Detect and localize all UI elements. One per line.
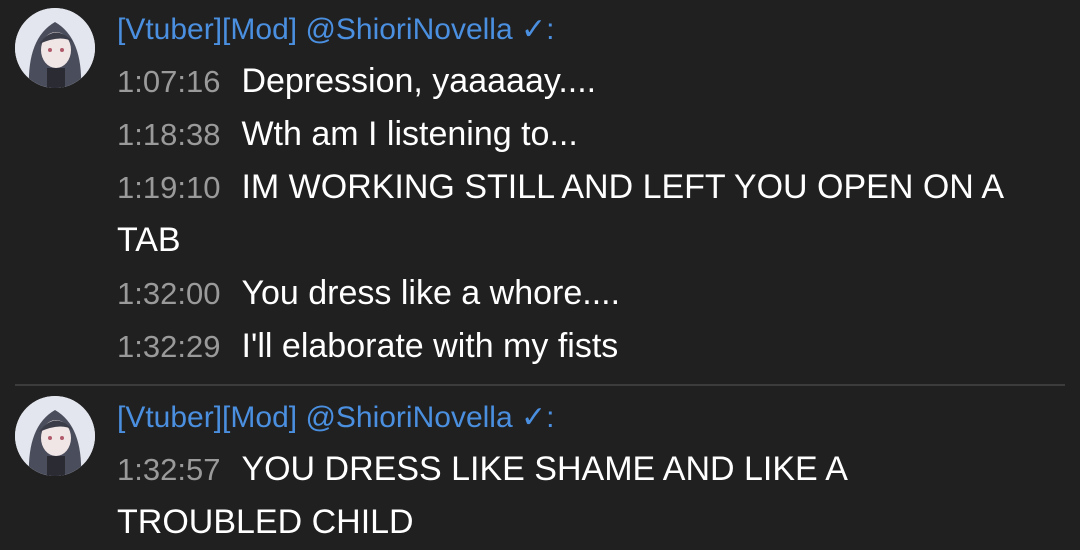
message-timestamp: 1:07:16 <box>117 64 221 99</box>
message-timestamp: 1:19:10 <box>117 170 221 205</box>
verified-check-icon: ✓ <box>520 13 547 46</box>
message-text: I'll elaborate with my fists <box>241 327 619 365</box>
avatar-image <box>15 8 95 88</box>
author-handle[interactable]: @ShioriNovella <box>305 401 512 434</box>
message-text: You dress like a whore.... <box>241 274 621 312</box>
avatar-icon[interactable] <box>15 8 95 88</box>
verified-check-icon: ✓ <box>520 401 547 434</box>
avatar-image <box>15 396 95 476</box>
author-name[interactable]: [Vtuber][Mod] @ShioriNovella ✓: <box>117 398 554 438</box>
chat-message: 1:32:00 You dress like a whore.... <box>117 267 1017 320</box>
author-handle[interactable]: @ShioriNovella <box>305 13 512 46</box>
author-suffix: : <box>546 13 555 46</box>
message-timestamp: 1:32:29 <box>117 329 221 364</box>
message-divider <box>15 384 1065 386</box>
message-text: YOU DRESS LIKE SHAME AND LIKE A TROUBLED… <box>117 450 847 541</box>
chat-message: 1:19:10 IM WORKING STILL AND LEFT YOU OPE… <box>117 161 1017 267</box>
message-timestamp: 1:18:38 <box>117 117 221 152</box>
author-suffix: : <box>546 401 555 434</box>
chat-message: 1:32:57 YOU DRESS LIKE SHAME AND LIKE A T… <box>117 443 1017 549</box>
message-timestamp: 1:32:00 <box>117 276 221 311</box>
message-text: IM WORKING STILL AND LEFT YOU OPEN ON A … <box>117 168 1003 259</box>
message-text: Wth am I listening to... <box>241 115 578 153</box>
chat-message: 1:07:16 Depression, yaaaaay.... <box>117 55 1017 108</box>
chat-message: 1:18:38 Wth am I listening to... <box>117 108 1017 161</box>
author-badges: [Vtuber][Mod] <box>117 401 298 434</box>
author-badges: [Vtuber][Mod] <box>117 13 298 46</box>
message-text: Depression, yaaaaay.... <box>241 62 597 100</box>
chat-message: 1:32:29 I'll elaborate with my fists <box>117 320 1017 373</box>
author-name[interactable]: [Vtuber][Mod] @ShioriNovella ✓: <box>117 10 554 50</box>
message-timestamp: 1:32:57 <box>117 452 221 487</box>
avatar-icon[interactable] <box>15 396 95 476</box>
